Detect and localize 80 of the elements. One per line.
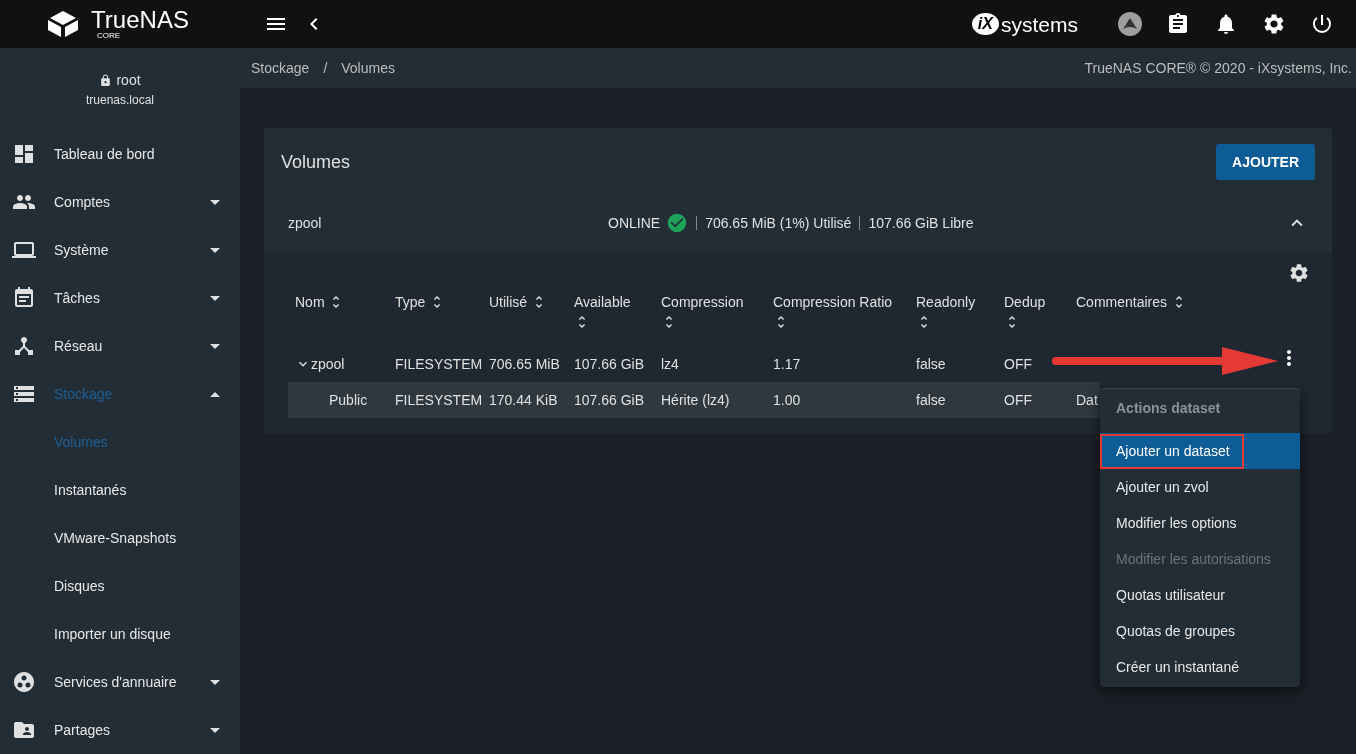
table-cell-text: 107.66 GiB [574,354,645,374]
pool-name: zpool [288,213,323,233]
table-cell-text: zpool [311,354,345,374]
menu-item[interactable]: Ajouter un zvol [1100,469,1300,505]
menu-item[interactable]: Modifier les options [1100,505,1300,541]
clipboard-icon[interactable] [1166,12,1190,36]
sidebar-item[interactable]: Comptes [0,178,240,226]
column-header[interactable]: Compression Ratio [766,292,909,332]
table-cell-text: lz4 [661,354,679,374]
logo-subtext: CORE [97,32,122,40]
table-cell-text: FILESYSTEM [395,390,483,410]
caret-down-icon [210,247,220,253]
caret-down-icon [210,679,220,685]
caret-down-icon [210,295,220,301]
table-cell-text: FILESYSTEM [395,354,483,374]
caret-up-icon [210,391,220,397]
table-cell-text: Hérite (lz4) [661,390,730,410]
breadcrumb-item[interactable]: Stockage [251,57,310,79]
copyright-text: TrueNAS CORE® © 2020 - iXsystems, Inc. [1084,58,1352,78]
sidebar-subitem[interactable]: Importer un disque [0,610,240,658]
table-cell-text: Public [329,390,368,410]
sidebar-item[interactable]: Système [0,226,240,274]
breadcrumb-item[interactable]: Volumes [341,57,395,79]
caret-down-icon [210,727,220,733]
table-cell-text: 706.65 MiB [489,354,560,374]
table-cell-text: false [916,354,946,374]
column-header[interactable]: Commentaires [1069,292,1273,312]
table-row[interactable]: zpool FILESYSTEM 706.65 MiB 107.66 GiB lz4 1.17 false OFF [288,346,1100,382]
power-icon[interactable] [1310,12,1334,36]
settings-icon[interactable] [1262,12,1286,36]
sidebar-subitem[interactable]: VMware-Snapshots [0,514,240,562]
logo-text: TrueNAS [91,8,189,32]
column-header[interactable]: Available [567,292,654,332]
table-row[interactable]: Public FILESYSTEM 170.44 KiB 107.66 GiB Hérite (lz4) 1.00 false OFF Dat [288,382,1100,418]
calendar-icon [12,286,36,310]
caret-down-icon [210,343,220,349]
table-cell-text: 170.44 KiB [489,390,558,410]
pool-used: 706.65 MiB (1%) Utilisé [705,213,852,233]
menu-item[interactable]: Quotas de groupes [1100,613,1300,649]
host-name: truenas.local [85,91,154,109]
menu-title: Actions dataset [1115,398,1222,418]
column-header[interactable]: Utilisé [482,292,567,312]
lock-icon [99,73,113,87]
avatar-icon[interactable] [1118,12,1142,36]
sidebar-item[interactable]: Tableau de bord [0,130,240,178]
table-cell-text: false [916,390,946,410]
sidebar-item[interactable]: Réseau [0,322,240,370]
table-cell-text: OFF [1004,390,1032,410]
settings-icon[interactable] [1288,262,1310,284]
menu-item[interactable]: Créer un instantané [1100,649,1300,685]
sidebar-item[interactable]: Partages [0,706,240,754]
table-cell-text: 1.17 [773,354,801,374]
card-title: Volumes [281,150,352,174]
sidebar-subitem[interactable]: Disques [0,562,240,610]
vendor-logo-text: systems [1001,13,1078,35]
table-cell-text: 107.66 GiB [574,390,645,410]
sidebar-item[interactable]: Services d'annuaire [0,658,240,706]
dashboard-icon [12,142,36,166]
pool-status: ONLINE [608,213,661,233]
pool-header[interactable]: zpool ONLINE 706.65 MiB (1%) Utilisé 107.66 GiB Libre [264,194,1332,252]
column-header[interactable]: Readonly [909,292,997,332]
add-button[interactable]: AJOUTER [1216,144,1315,180]
vendor-logo-mark: iX [971,13,999,35]
user-name: root [116,70,141,90]
menu-item[interactable]: Ajouter un dataset [1100,433,1300,469]
column-header[interactable]: Dedup [997,292,1069,332]
network-icon [12,334,36,358]
table-cell-text: 1.00 [773,390,801,410]
sidebar-item[interactable]: Tâches [0,274,240,322]
column-header[interactable]: Nom [288,292,388,312]
caret-down-icon [210,199,220,205]
sidebar-subitem[interactable]: Instantanés [0,466,240,514]
pool-free: 107.66 GiB Libre [868,213,974,233]
breadcrumb-separator: / [323,58,328,78]
column-header[interactable]: Type [388,292,482,312]
menu-item[interactable]: Quotas utilisateur [1100,577,1300,613]
circles-icon [12,670,36,694]
column-header[interactable]: Compression [654,292,766,332]
table-cell-text: Dat [1076,390,1098,410]
table-cell-text: OFF [1004,354,1032,374]
